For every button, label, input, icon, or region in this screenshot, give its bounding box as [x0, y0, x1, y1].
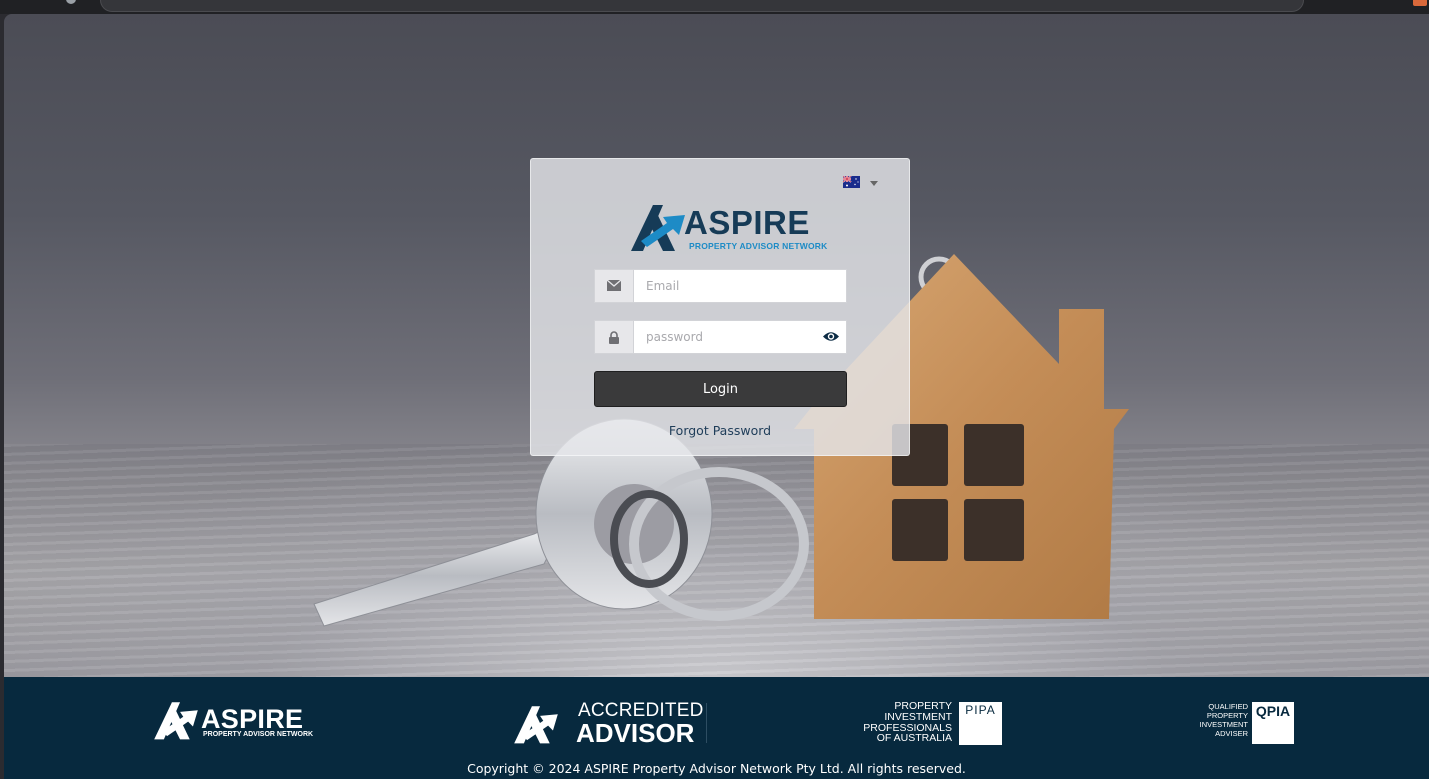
language-selector[interactable] [843, 175, 883, 189]
browser-reload-icon[interactable] [66, 0, 76, 4]
aspire-logo-mark-icon [631, 205, 685, 251]
divider [706, 703, 707, 743]
pipa-line: INVESTMENT [884, 710, 952, 723]
aspire-logo-mark-icon [154, 702, 198, 740]
aspire-logo: ASPIRE PROPERTY ADVISOR NETWORK [629, 199, 827, 255]
pipa-badge: PIPA [959, 702, 1002, 745]
aspire-logo-mark-icon [514, 706, 558, 744]
qpia-line: INVESTMENT [1199, 720, 1248, 729]
footer-aspire-logo: ASPIRE PROPERTY ADVISOR NETWORK [151, 699, 314, 743]
chevron-down-icon [870, 181, 878, 186]
qpia-badge: QPIA [1252, 702, 1294, 744]
forgot-password-link[interactable]: Forgot Password [531, 423, 909, 438]
qpia-line: QUALIFIED [1208, 702, 1248, 711]
login-button[interactable]: Login [594, 371, 847, 407]
browser-extension-icon[interactable] [1413, 0, 1427, 6]
hero-background: ASPIRE PROPERTY ADVISOR NETWORK Email Lo… [4, 14, 1429, 677]
pipa-line: OF AUSTRALIA [876, 732, 952, 745]
qpia-line: PROPERTY [1206, 711, 1248, 720]
password-input[interactable] [634, 321, 833, 353]
email-input[interactable] [634, 270, 833, 302]
password-addon [595, 321, 634, 353]
address-bar[interactable] [100, 0, 1304, 12]
accredited-advisor-logo: ACCREDITED ADVISOR [512, 701, 712, 747]
email-addon [595, 270, 634, 302]
qpia-logo: QUALIFIED PROPERTY INVESTMENT ADVISER QP… [1194, 702, 1294, 746]
email-field [594, 269, 847, 303]
australia-flag-icon [843, 176, 860, 188]
footer: ASPIRE PROPERTY ADVISOR NETWORK ACCREDIT… [4, 677, 1429, 779]
accredited-line2: ADVISOR [576, 718, 695, 748]
brand-name: ASPIRE [684, 204, 810, 241]
lock-icon [609, 331, 619, 344]
qpia-text: QUALIFIED PROPERTY INVESTMENT ADVISER [1200, 702, 1248, 738]
password-field [594, 320, 847, 354]
pipa-logo: PROPERTY INVESTMENT PROFESSIONALS OF AUS… [862, 701, 1002, 747]
login-card: ASPIRE PROPERTY ADVISOR NETWORK Email Lo… [530, 158, 910, 456]
browser-chrome [0, 0, 1429, 14]
footer-brand-name: ASPIRE [201, 704, 304, 734]
qpia-line: ADVISER [1215, 729, 1248, 738]
copyright-text: Copyright © 2024 ASPIRE Property Advisor… [467, 761, 966, 776]
envelope-icon [607, 280, 621, 291]
eye-icon[interactable] [822, 330, 840, 343]
brand-tagline: PROPERTY ADVISOR NETWORK [689, 241, 828, 251]
pipa-text: PROPERTY INVESTMENT PROFESSIONALS OF AUS… [863, 701, 952, 744]
footer-brand-tagline: PROPERTY ADVISOR NETWORK [203, 731, 314, 738]
